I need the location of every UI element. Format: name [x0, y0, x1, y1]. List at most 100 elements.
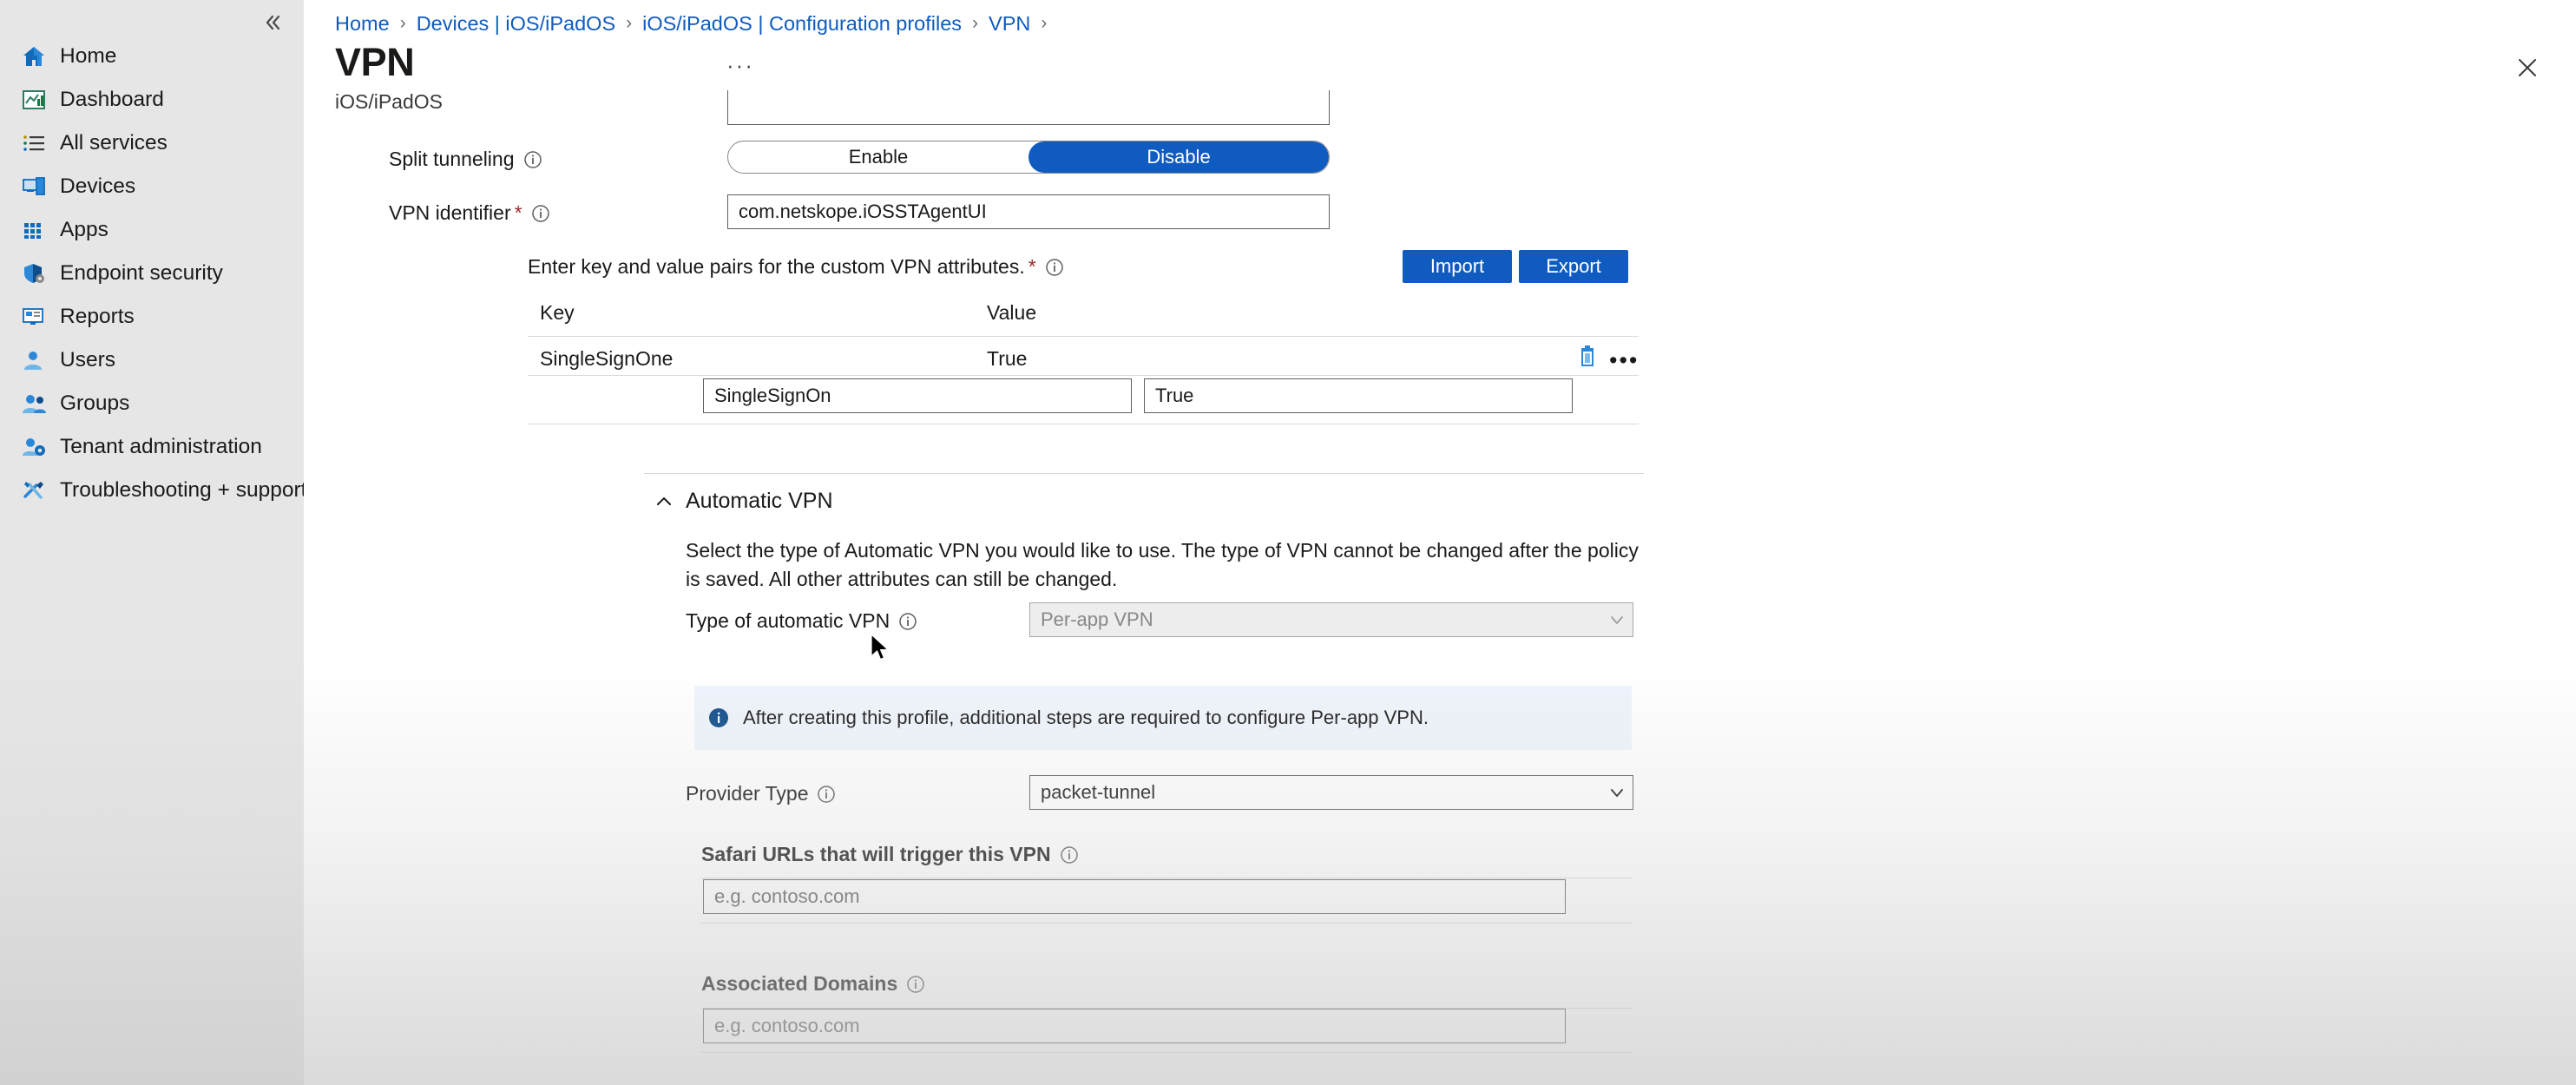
page-more-options-button[interactable]: ··· — [726, 52, 754, 79]
sidebar-item-label: Tenant administration — [60, 435, 262, 458]
main-content-area: Home › Devices | iOS/iPadOS › iOS/iPadOS… — [304, 0, 2576, 1085]
sidebar-item-label: Reports — [60, 305, 135, 328]
export-button[interactable]: Export — [1519, 250, 1628, 283]
tools-icon — [19, 477, 49, 503]
custom-attributes-label: Enter key and value pairs for the custom… — [528, 255, 1065, 279]
sidebar-item-label: All services — [60, 131, 168, 155]
left-navigation: Home Dashboard All services Devices Apps… — [0, 0, 307, 1085]
close-button[interactable] — [2510, 50, 2545, 85]
breadcrumb-item-devices[interactable]: Devices | iOS/iPadOS — [417, 12, 615, 36]
chevron-down-icon — [1601, 611, 1633, 628]
required-marker: * — [1028, 255, 1036, 278]
provider-type-dropdown[interactable]: packet-tunnel — [1029, 775, 1633, 810]
vpn-identifier-input[interactable] — [727, 194, 1330, 229]
column-header-value: Value — [987, 301, 1037, 324]
safari-urls-bottom-divider — [701, 923, 1632, 924]
breadcrumb-item-vpn[interactable]: VPN — [989, 12, 1030, 36]
sidebar-item-apps[interactable]: Apps — [0, 208, 304, 252]
sidebar-item-label: Troubleshooting + support — [60, 478, 307, 502]
table-row-divider — [528, 375, 1639, 376]
automatic-vpn-section-header[interactable]: Automatic VPN — [651, 489, 833, 514]
import-button[interactable]: Import — [1403, 250, 1512, 283]
breadcrumb-separator-icon: › — [399, 13, 406, 33]
info-icon[interactable] — [522, 149, 543, 170]
per-app-vpn-info-banner: After creating this profile, additional … — [694, 686, 1632, 750]
info-icon[interactable] — [897, 611, 918, 632]
home-icon — [19, 43, 49, 69]
table-header-divider — [528, 336, 1639, 337]
table-cell-value: True — [987, 347, 1028, 370]
new-attribute-value-input[interactable] — [1144, 378, 1573, 413]
breadcrumb-separator-icon: › — [626, 13, 633, 33]
sidebar-item-label: Endpoint security — [60, 261, 223, 285]
sidebar-item-endpoint-security[interactable]: Endpoint security — [0, 252, 304, 295]
associated-domains-label: Associated Domains — [701, 972, 926, 996]
devices-icon — [19, 174, 49, 200]
breadcrumb: Home › Devices | iOS/iPadOS › iOS/iPadOS… — [335, 9, 1057, 38]
info-icon[interactable] — [1044, 257, 1065, 278]
sidebar-item-label: Dashboard — [60, 88, 164, 111]
split-tunneling-label: Split tunneling — [389, 148, 543, 171]
type-of-automatic-vpn-value: Per-app VPN — [1041, 608, 1153, 630]
page-title: VPN — [335, 40, 415, 84]
info-icon[interactable] — [1059, 845, 1080, 865]
apps-icon — [19, 217, 49, 243]
automatic-vpn-description: Select the type of Automatic VPN you wou… — [686, 539, 1639, 590]
new-attribute-key-input[interactable] — [703, 378, 1132, 413]
sidebar-item-users[interactable]: Users — [0, 339, 304, 382]
provider-type-label: Provider Type — [686, 782, 837, 806]
breadcrumb-item-configuration-profiles[interactable]: iOS/iPadOS | Configuration profiles — [642, 12, 962, 36]
column-header-key: Key — [540, 301, 575, 324]
sidebar-item-dashboard[interactable]: Dashboard — [0, 78, 304, 122]
section-title: Automatic VPN — [686, 489, 833, 513]
required-marker: * — [514, 201, 522, 224]
intune-vpn-profile-page: Home Dashboard All services Devices Apps… — [0, 0, 2576, 1085]
reports-icon — [19, 304, 49, 330]
safari-urls-input[interactable] — [703, 879, 1566, 914]
user-icon — [19, 347, 49, 373]
row-more-options-button[interactable]: ••• — [1609, 349, 1639, 372]
sidebar-item-troubleshooting-support[interactable]: Troubleshooting + support — [0, 469, 307, 512]
sidebar-item-label: Devices — [60, 174, 136, 198]
groups-icon — [19, 391, 49, 417]
sidebar-item-label: Home — [60, 44, 117, 68]
double-chevron-left-icon — [266, 15, 280, 30]
type-of-automatic-vpn-dropdown[interactable]: Per-app VPN — [1029, 602, 1633, 637]
breadcrumb-item-home[interactable]: Home — [335, 12, 390, 36]
dashboard-icon — [19, 87, 49, 113]
nav-items-list: Home Dashboard All services Devices Apps… — [0, 35, 307, 512]
sidebar-item-all-services[interactable]: All services — [0, 122, 304, 165]
vpn-identifier-label: VPN identifier * — [389, 201, 551, 225]
split-tunneling-option-disable[interactable]: Disable — [1028, 141, 1329, 173]
sidebar-item-tenant-administration[interactable]: Tenant administration — [0, 425, 304, 469]
info-icon[interactable] — [905, 974, 926, 995]
breadcrumb-separator-icon: › — [1041, 13, 1048, 33]
associated-domains-input[interactable] — [703, 1009, 1566, 1043]
shield-icon — [19, 260, 49, 286]
info-circle-icon — [694, 707, 743, 729]
sidebar-item-home[interactable]: Home — [0, 35, 304, 78]
sidebar-item-label: Users — [60, 348, 115, 372]
split-tunneling-toggle[interactable]: Enable Disable — [727, 141, 1330, 174]
sidebar-item-groups[interactable]: Groups — [0, 382, 304, 425]
chevron-down-icon — [1601, 784, 1633, 801]
clipped-field-above[interactable] — [727, 90, 1330, 125]
sidebar-item-reports[interactable]: Reports — [0, 295, 304, 339]
breadcrumb-separator-icon: › — [972, 13, 979, 33]
page-subtitle: iOS/iPadOS — [335, 90, 443, 113]
sidebar-item-devices[interactable]: Devices — [0, 165, 304, 208]
provider-type-value: packet-tunnel — [1041, 781, 1156, 803]
safari-urls-label: Safari URLs that will trigger this VPN — [701, 843, 1080, 866]
banner-text: After creating this profile, additional … — [743, 707, 1429, 728]
associated-domains-bottom-divider — [701, 1052, 1632, 1053]
info-icon[interactable] — [816, 784, 837, 805]
section-top-divider — [644, 473, 1644, 474]
close-icon — [2519, 59, 2536, 76]
split-tunneling-option-enable[interactable]: Enable — [728, 141, 1028, 173]
sidebar-item-label: Apps — [60, 218, 108, 241]
delete-row-button[interactable] — [1576, 344, 1599, 372]
chevron-up-icon — [651, 492, 677, 511]
trash-icon — [1581, 345, 1594, 366]
sidebar-item-label: Groups — [60, 391, 130, 415]
info-icon[interactable] — [530, 203, 551, 224]
